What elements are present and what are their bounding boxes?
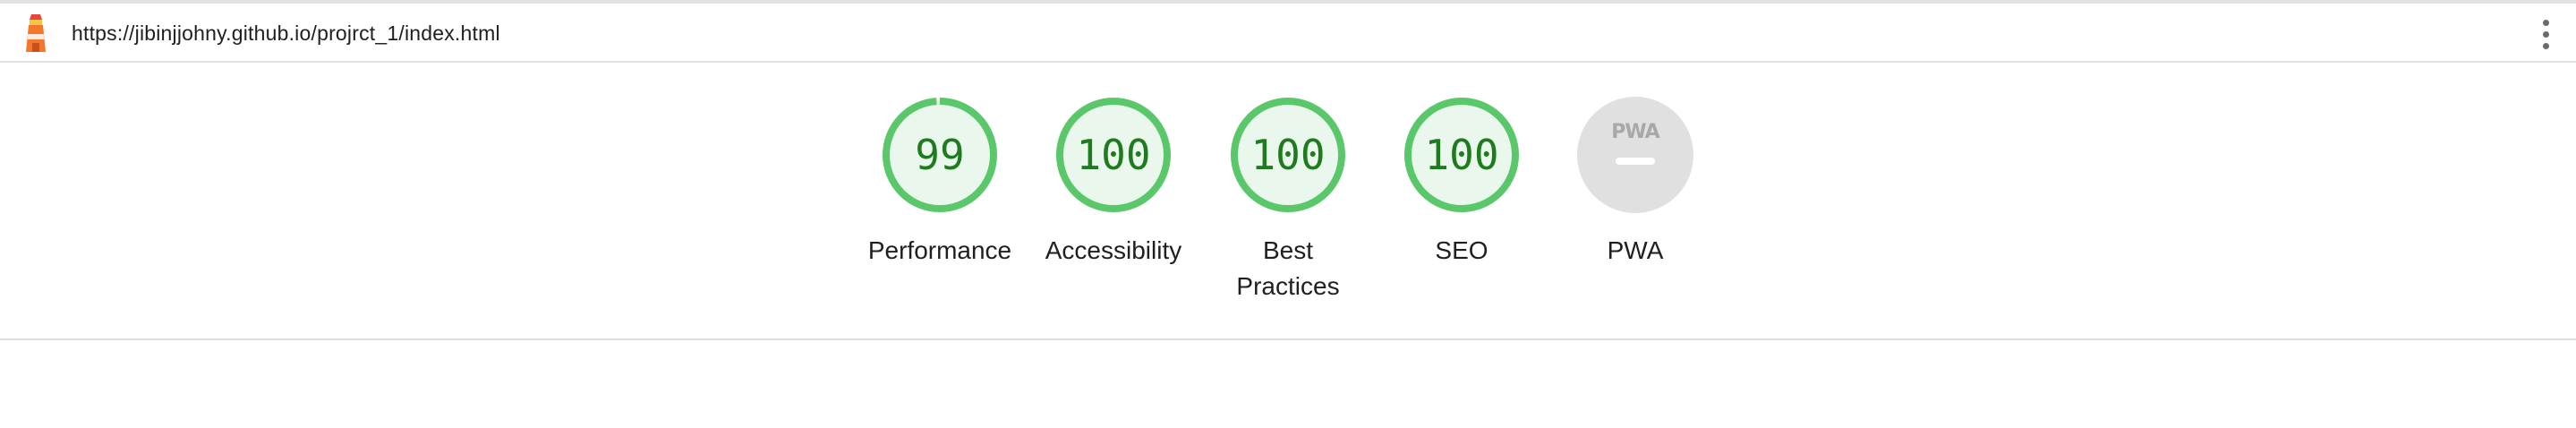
accessibility-label: Accessibility <box>1045 236 1182 264</box>
best-practices-gauge-ring: 100 <box>1230 97 1346 213</box>
gauge-best-practices[interactable]: 100 Best Practices <box>1207 97 1369 304</box>
category-gauges: 99 Performance 100 Accessibility 100 Bes… <box>859 97 1719 312</box>
report-url-bar: https://jibinjjohny.github.io/projrct_1/… <box>0 4 2576 63</box>
seo-score: 100 <box>1424 131 1499 179</box>
pwa-badge-text: PWA <box>1611 121 1659 143</box>
pwa-label: PWA <box>1607 236 1664 264</box>
performance-score: 99 <box>915 131 965 179</box>
gauge-seo[interactable]: 100 SEO <box>1381 97 1542 269</box>
lighthouse-icon <box>20 13 52 54</box>
best-practices-label: Best Practices <box>1236 236 1340 300</box>
seo-label: SEO <box>1435 236 1488 264</box>
kebab-menu-icon[interactable] <box>2540 20 2551 50</box>
gauge-pwa[interactable]: PWA PWA <box>1555 97 1716 269</box>
gauge-performance[interactable]: 99 Performance <box>859 97 1020 269</box>
best-practices-score: 100 <box>1250 131 1326 179</box>
section-divider <box>0 338 2576 340</box>
accessibility-score: 100 <box>1076 131 1151 179</box>
report-url[interactable]: https://jibinjjohny.github.io/projrct_1/… <box>72 21 500 46</box>
accessibility-gauge-ring: 100 <box>1055 97 1172 213</box>
performance-gauge-ring: 99 <box>882 97 998 213</box>
pwa-badge: PWA <box>1577 97 1693 213</box>
performance-label: Performance <box>867 236 1012 264</box>
seo-gauge-ring: 100 <box>1403 97 1520 213</box>
gauge-accessibility[interactable]: 100 Accessibility <box>1033 97 1194 269</box>
pwa-dash-icon <box>1616 158 1655 165</box>
